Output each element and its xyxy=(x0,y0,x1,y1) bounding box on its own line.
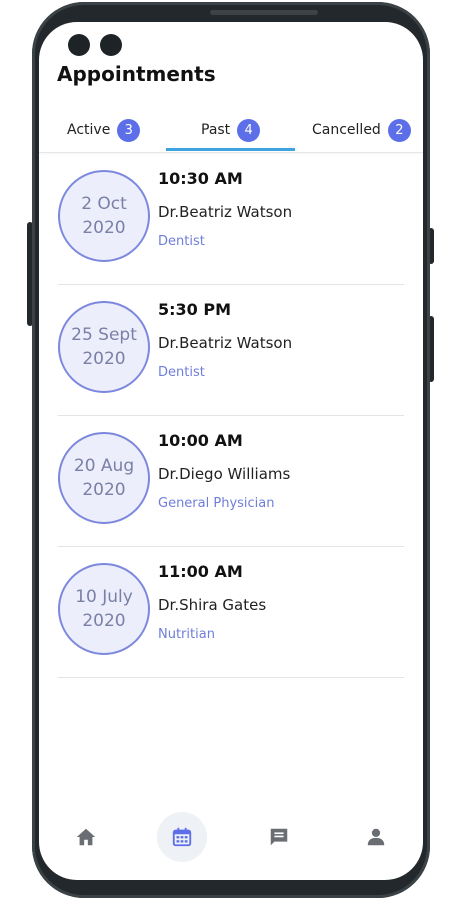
tab-past[interactable]: Past 4 xyxy=(201,112,261,148)
date-day-month: 10 July xyxy=(75,587,133,607)
front-camera xyxy=(68,34,90,56)
appointment-time: 5:30 PM xyxy=(158,300,232,319)
appointment-time: 11:00 AM xyxy=(158,562,243,581)
count-badge: 4 xyxy=(237,118,261,142)
doctor-specialty: General Physician xyxy=(158,496,275,511)
nav-profile-button[interactable] xyxy=(351,812,401,862)
date-year: 2020 xyxy=(82,349,126,369)
nav-home-button[interactable] xyxy=(61,812,111,862)
doctor-specialty: Dentist xyxy=(158,365,205,380)
appointment-item[interactable]: 20 Aug 2020 10:00 AM Dr.Diego Williams G… xyxy=(58,415,404,547)
appointment-tabs: Active 3 Past 4 Cancelled 2 xyxy=(39,112,423,153)
doctor-specialty: Dentist xyxy=(158,234,205,249)
date-year: 2020 xyxy=(82,480,126,500)
tab-label: Active xyxy=(67,122,111,138)
doctor-name: Dr.Diego Williams xyxy=(158,465,291,483)
tab-active[interactable]: Active 3 xyxy=(67,112,141,148)
appointment-time: 10:30 AM xyxy=(158,169,243,188)
date-day-month: 20 Aug xyxy=(73,456,135,476)
nav-appointments-button[interactable] xyxy=(157,812,207,862)
appointment-item[interactable]: 25 Sept 2020 5:30 PM Dr.Beatriz Watson D… xyxy=(58,284,404,416)
tab-cancelled[interactable]: Cancelled 2 xyxy=(312,112,411,148)
appointment-item[interactable]: 10 July 2020 11:00 AM Dr.Shira Gates Nut… xyxy=(58,546,404,678)
page-title: Appointments xyxy=(57,62,216,86)
date-year: 2020 xyxy=(82,218,126,238)
doctor-specialty: Nutritian xyxy=(158,627,215,642)
doctor-name: Dr.Beatriz Watson xyxy=(158,203,293,221)
count-badge: 3 xyxy=(117,118,141,142)
appointment-item[interactable]: 2 Oct 2020 10:30 AM Dr.Beatriz Watson De… xyxy=(58,153,404,285)
doctor-name: Dr.Shira Gates xyxy=(158,596,267,614)
count-badge: 2 xyxy=(387,118,411,142)
date-badge: 2 Oct 2020 xyxy=(58,170,150,262)
date-year: 2020 xyxy=(82,611,126,631)
bottom-navigation xyxy=(39,812,423,862)
tab-selected-indicator xyxy=(166,148,295,151)
home-icon xyxy=(76,828,96,846)
doctor-name: Dr.Beatriz Watson xyxy=(158,334,293,352)
date-badge: 10 July 2020 xyxy=(58,563,150,655)
chat-icon xyxy=(270,828,288,846)
calendar-icon xyxy=(172,827,192,847)
tab-label: Cancelled xyxy=(312,122,381,138)
date-badge: 20 Aug 2020 xyxy=(58,432,150,524)
date-day-month: 25 Sept xyxy=(71,325,137,345)
tab-label: Past xyxy=(201,122,231,138)
person-icon xyxy=(367,828,385,846)
phone-speaker xyxy=(210,10,318,15)
date-badge: 25 Sept 2020 xyxy=(58,301,150,393)
app-screen: Appointments Active 3 Past 4 Cancelled 2… xyxy=(39,22,423,880)
front-camera-secondary xyxy=(100,34,122,56)
nav-messages-button[interactable] xyxy=(254,812,304,862)
date-day-month: 2 Oct xyxy=(81,194,127,214)
appointment-time: 10:00 AM xyxy=(158,431,243,450)
